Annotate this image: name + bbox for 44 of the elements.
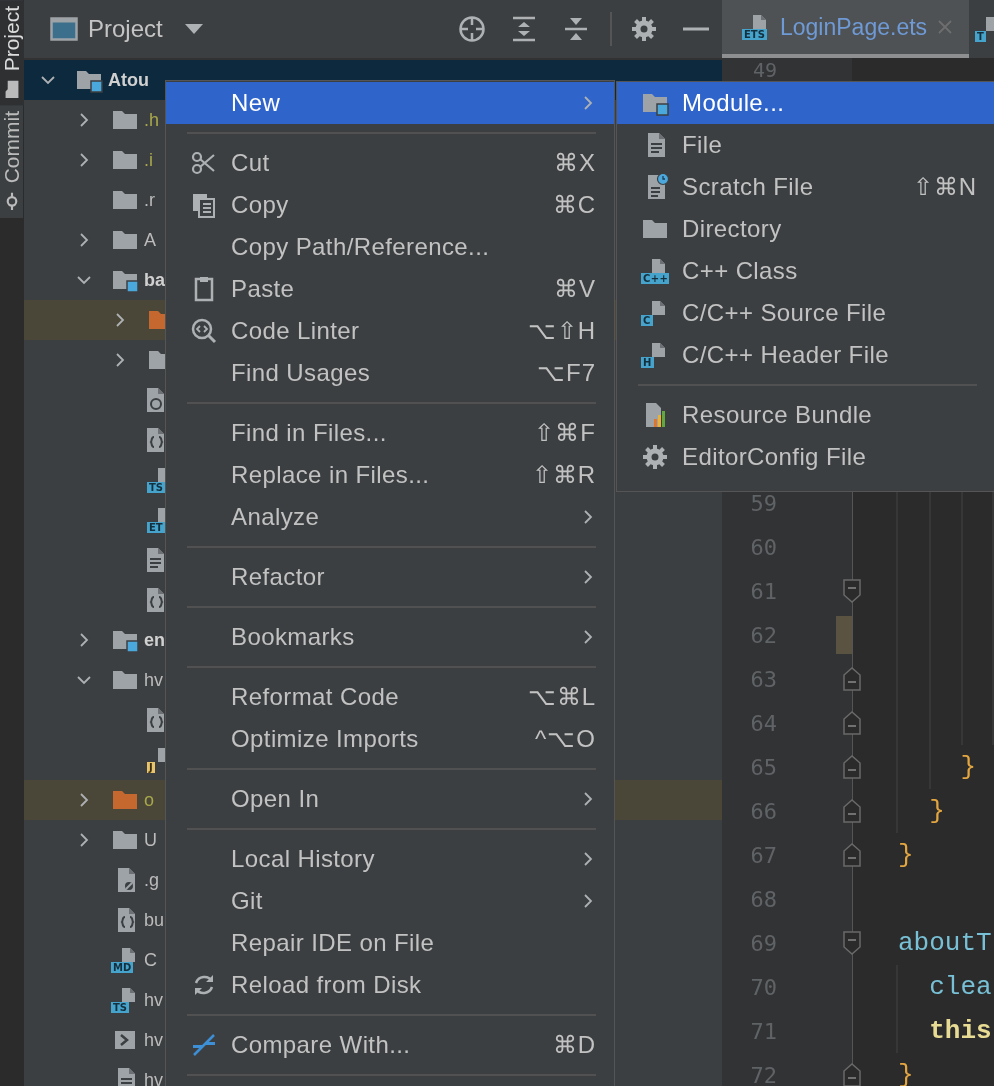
tree-item-label: en [144,629,165,651]
keyboard-shortcut: ^⌥O [535,725,596,753]
file-type-badge: TS [147,482,165,493]
keyboard-shortcut: ⌘X [554,149,596,177]
tree-item-label: A [144,229,156,251]
keyboard-shortcut: ⌘D [552,1031,596,1059]
file-type-badge: ET [147,522,165,533]
tree-item-label: hv [144,989,163,1011]
keyboard-shortcut: ⌘V [554,275,596,303]
code-text: } [928,796,945,826]
tree-item-label: hv [144,1029,163,1051]
tree-item-label: .r [144,189,155,211]
keyboard-shortcut: ⌥⌘L [527,683,596,711]
file-type-badge: C++ [641,273,669,284]
tree-item-label: o [144,789,154,811]
tree-item-label: C [144,949,157,971]
tree-item-label: hv [144,1069,163,1086]
keyboard-shortcut: ⇧⌘R [531,461,596,489]
panel-title: Project [88,15,163,43]
tree-item-label: .h [144,109,159,131]
file-type-badge: C [641,315,653,326]
code-text: } [898,840,914,870]
file-type-badge: MD [111,962,134,973]
file-type-badge: TS [111,1002,130,1013]
file-type-badge: ETS [742,29,767,40]
tree-item-label: bu [144,909,165,931]
file-type-badge: H [641,357,654,368]
tree-item-label: .i [144,149,153,171]
tree-item-label: ba [144,269,165,291]
keyboard-shortcut: ⇧⌘N [912,173,977,201]
keyboard-shortcut: ⇧⌘F [534,419,596,447]
code-text: clea [928,972,992,1002]
keyboard-shortcut: ⌘C [552,191,596,219]
file-type-badge: J [147,762,155,773]
file-type-badge: T [975,31,986,42]
code-text: } [959,752,976,782]
code-text: this [928,1016,992,1046]
code-text: aboutT [898,928,992,958]
tree-item-label: U [144,829,157,851]
keyboard-shortcut: ⌥⇧H [527,317,596,345]
tree-item-label: .g [144,869,159,891]
keyboard-shortcut: ⌥F7 [537,359,596,387]
tree-item-label: hv [144,669,163,691]
tree-item-label: Atou [108,69,149,91]
